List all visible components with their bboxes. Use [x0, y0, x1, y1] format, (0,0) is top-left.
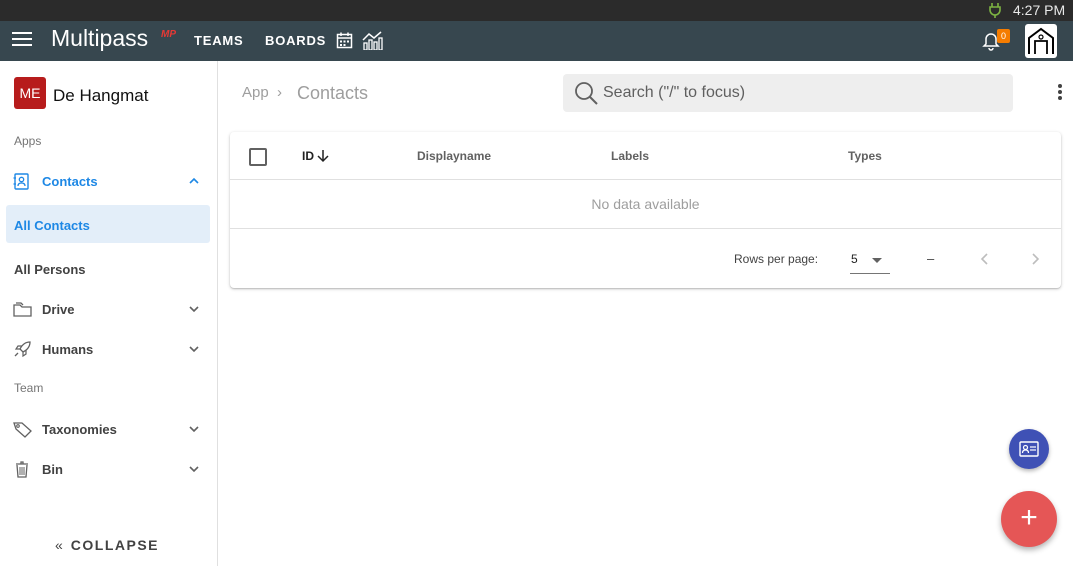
menu-icon[interactable] — [12, 32, 32, 50]
sidebar-item-label: All Persons — [14, 262, 86, 277]
next-page-icon[interactable] — [1029, 252, 1041, 266]
more-options-icon[interactable] — [1055, 84, 1065, 102]
pagination-range: – — [927, 251, 935, 266]
chevron-down-icon — [189, 426, 199, 433]
notification-count-badge: 0 — [997, 29, 1010, 43]
org-avatar[interactable]: ME — [14, 77, 46, 109]
dropdown-caret-icon — [872, 258, 882, 263]
chevron-up-icon — [189, 177, 199, 184]
rows-per-page-value: 5 — [851, 252, 858, 266]
org-name[interactable]: De Hangmat — [53, 86, 148, 106]
os-status-bar: 4:27 PM — [0, 0, 1073, 21]
breadcrumb-separator: › — [277, 84, 282, 101]
sidebar-item-taxonomies[interactable]: Taxonomies — [0, 410, 218, 448]
contacts-table: ID Displayname Labels Types No data avai… — [230, 132, 1061, 288]
previous-page-icon[interactable] — [979, 252, 991, 266]
chevron-down-icon — [189, 306, 199, 313]
calendar-icon[interactable] — [336, 32, 353, 49]
sidebar-item-label: Contacts — [42, 174, 98, 189]
nav-teams[interactable]: TEAMS — [194, 33, 244, 48]
sidebar-item-humans[interactable]: Humans — [0, 330, 218, 368]
sidebar-item-label: Drive — [42, 302, 75, 317]
column-header-id[interactable]: ID — [302, 149, 314, 163]
chevron-down-icon — [189, 346, 199, 353]
sidebar-item-label: Humans — [42, 342, 94, 357]
breadcrumb-app[interactable]: App — [242, 84, 269, 101]
section-label-team: Team — [14, 381, 44, 395]
search-icon — [575, 82, 598, 105]
add-button[interactable]: + — [1001, 491, 1057, 547]
rows-per-page-label: Rows per page: — [734, 252, 819, 266]
sidebar-item-label: All Contacts — [14, 218, 90, 233]
empty-state-text: No data available — [230, 180, 1061, 229]
collapse-button[interactable]: « COLLAPSE — [55, 537, 159, 553]
sidebar-item-all-contacts[interactable]: All Contacts — [6, 205, 210, 243]
charging-plug-icon — [989, 3, 1001, 18]
sidebar-item-all-persons[interactable]: All Persons — [6, 249, 210, 287]
breadcrumb-current: Contacts — [297, 83, 369, 103]
contact-card-icon — [1019, 441, 1039, 457]
home-avatar-icon — [1028, 27, 1054, 54]
app-bar: Multipass MP TEAMS BOARDS 0 — [0, 21, 1073, 61]
sort-arrow-down-icon[interactable] — [316, 149, 330, 163]
plus-icon: + — [1020, 501, 1038, 534]
select-all-checkbox[interactable] — [249, 148, 267, 166]
trash-icon — [16, 461, 28, 478]
chevron-down-icon — [189, 466, 199, 473]
nav-boards[interactable]: BOARDS — [265, 33, 326, 48]
brand-badge: MP — [161, 29, 176, 40]
sidebar-item-bin[interactable]: Bin — [0, 450, 218, 488]
brand-title[interactable]: Multipass — [51, 25, 148, 52]
table-header: ID Displayname Labels Types — [230, 132, 1061, 180]
rows-per-page-select[interactable]: 5 — [850, 247, 890, 274]
rocket-icon — [14, 341, 31, 358]
sidebar-item-drive[interactable]: Drive — [0, 290, 218, 328]
section-label-apps: Apps — [14, 134, 42, 148]
contact-card-icon — [13, 173, 29, 190]
collapse-label: COLLAPSE — [70, 537, 160, 553]
user-avatar[interactable] — [1025, 24, 1057, 58]
sidebar-item-label: Taxonomies — [42, 422, 117, 437]
tag-icon — [13, 422, 32, 438]
column-header-labels[interactable]: Labels — [611, 149, 649, 163]
search-input[interactable] — [603, 74, 1003, 112]
add-contact-card-button[interactable] — [1009, 429, 1049, 469]
search-bar[interactable] — [563, 74, 1013, 112]
column-header-displayname[interactable]: Displayname — [417, 149, 491, 163]
double-chevron-left-icon: « — [55, 537, 63, 553]
column-header-types[interactable]: Types — [848, 149, 882, 163]
sidebar: ME De Hangmat Apps Contacts All Contacts… — [0, 61, 218, 566]
folder-icon — [13, 302, 32, 317]
sidebar-item-contacts[interactable]: Contacts — [0, 162, 218, 200]
clock: 4:27 PM — [1013, 2, 1066, 18]
sidebar-item-label: Bin — [42, 462, 63, 477]
chart-icon[interactable] — [362, 31, 383, 50]
